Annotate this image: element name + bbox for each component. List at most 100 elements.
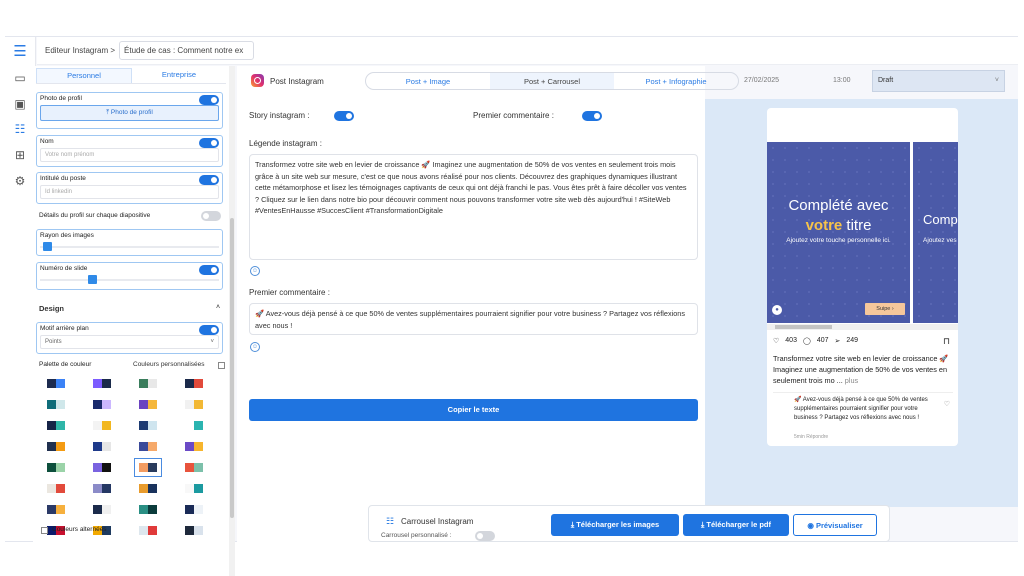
palette-swatch[interactable]	[185, 442, 203, 451]
radius-card: Rayon des images	[36, 229, 223, 256]
radius-slider[interactable]	[40, 241, 219, 253]
job-card: Intitulé du poste Id linkedin	[36, 172, 223, 204]
post-time[interactable]: 13:00	[833, 77, 851, 84]
tab-personnel[interactable]: Personnel	[36, 68, 132, 83]
caption-textarea[interactable]: Transformez votre site web en levier de …	[249, 154, 698, 260]
palette-swatch[interactable]	[47, 400, 65, 409]
tab-post-image[interactable]: Post + Image	[366, 73, 490, 89]
swipe-button[interactable]: Suipe ›	[865, 303, 905, 315]
custom-colors-checkbox[interactable]	[218, 362, 225, 369]
palette-swatch[interactable]	[93, 379, 111, 388]
heart-icon[interactable]: ♡	[773, 337, 779, 345]
left-scrollbar[interactable]	[229, 66, 235, 576]
palette-swatch[interactable]	[185, 526, 203, 535]
palette-swatch[interactable]	[139, 505, 157, 514]
slide-number-slider-knob[interactable]	[88, 275, 98, 284]
carousel-scrollbar-thumb[interactable]	[775, 325, 832, 329]
palette-swatch[interactable]	[185, 463, 203, 472]
custom-carousel-toggle[interactable]	[475, 531, 495, 541]
job-toggle[interactable]	[199, 175, 219, 185]
breadcrumb: Editeur Instagram > Étude de cas : Comme…	[37, 37, 1018, 65]
palette-swatch[interactable]	[185, 400, 203, 409]
tab-post-carrousel[interactable]: Post + Carrousel	[490, 73, 614, 89]
palette-swatch[interactable]	[93, 400, 111, 409]
story-toggle[interactable]	[334, 111, 354, 121]
emoji-icon-comment[interactable]: ☺	[250, 342, 260, 352]
likes-count: 403	[785, 337, 797, 344]
download-images-button[interactable]: ⤓ Télécharger les images	[551, 514, 679, 536]
palette-swatch[interactable]	[47, 379, 65, 388]
palette-swatch[interactable]	[93, 463, 111, 472]
palette-swatch[interactable]	[47, 421, 65, 430]
palette-swatch[interactable]	[139, 442, 157, 451]
tab-post-infographie[interactable]: Post + Infographie	[614, 73, 738, 89]
menu-icon[interactable]: ☰	[12, 43, 28, 60]
job-input[interactable]: Id linkedin	[40, 185, 219, 199]
palette-swatch[interactable]	[185, 484, 203, 493]
gear-icon[interactable]: ⚙	[12, 173, 28, 189]
photo-toggle[interactable]	[199, 95, 219, 105]
palette-swatch[interactable]	[139, 484, 157, 493]
bookmark-icon[interactable]: ⊓	[943, 336, 950, 347]
name-toggle[interactable]	[199, 138, 219, 148]
palette-swatch[interactable]	[185, 421, 203, 430]
comment-textarea[interactable]: 🚀 Avez-vous déjà pensé à ce que 50% de v…	[249, 303, 698, 335]
palette-swatch[interactable]	[185, 379, 203, 388]
motif-card: Motif arrière plan Points ˅	[36, 322, 223, 354]
preview-button[interactable]: ◉ Prévisualiser	[793, 514, 877, 536]
briefcase-icon[interactable]: ▣	[12, 96, 28, 112]
slide-number-slider[interactable]	[40, 274, 219, 286]
palette-swatch[interactable]	[93, 442, 111, 451]
carousel-slide-1: Complété avec votre titre Ajoutez votre …	[767, 142, 910, 323]
caption-label: Légende instagram :	[249, 139, 322, 148]
breadcrumb-root[interactable]: Editeur Instagram >	[45, 46, 115, 55]
left-scrollbar-thumb[interactable]	[230, 218, 234, 518]
tab-entreprise[interactable]: Entreprise	[132, 68, 226, 83]
palette-swatch[interactable]	[139, 379, 157, 388]
sliders-icon[interactable]: ☷	[12, 121, 28, 137]
copy-text-button[interactable]: Copier le texte	[249, 399, 698, 421]
add-icon[interactable]: ⊞	[12, 147, 28, 163]
palette-swatch[interactable]	[93, 484, 111, 493]
heart-icon-comment[interactable]: ♡	[944, 400, 950, 408]
palette-swatch[interactable]	[139, 400, 157, 409]
palette-swatch[interactable]	[139, 421, 157, 430]
radius-slider-knob[interactable]	[43, 242, 53, 251]
motif-toggle[interactable]	[199, 325, 219, 335]
palette-swatch[interactable]	[93, 421, 111, 430]
emoji-icon[interactable]: ☺	[250, 266, 260, 276]
alt-colors-checkbox[interactable]	[41, 527, 48, 534]
post-date[interactable]: 27/02/2025	[744, 77, 779, 84]
palette-swatch[interactable]	[134, 458, 162, 477]
motif-select-value: Points	[45, 339, 62, 345]
status-select[interactable]: Draft ˅	[872, 70, 1005, 92]
share-icon[interactable]: ➢	[835, 337, 841, 345]
name-input[interactable]: Votre nom prénom	[40, 148, 219, 162]
photo-card: Photo de profil ⤒ Photo de profil	[36, 92, 223, 129]
palette-swatch[interactable]	[93, 505, 111, 514]
design-heading[interactable]: Design	[39, 304, 64, 313]
folder-icon[interactable]: ▭	[12, 70, 28, 86]
palette-swatch[interactable]	[47, 463, 65, 472]
palette-swatch[interactable]	[47, 484, 65, 493]
details-label: Détails du profil sur chaque diapositive	[39, 212, 151, 219]
breadcrumb-current[interactable]: Étude de cas : Comment notre ex	[119, 41, 255, 60]
chevron-up-icon[interactable]: ˄	[216, 304, 220, 311]
photo-upload-button[interactable]: ⤒ Photo de profil	[40, 105, 219, 121]
more-link[interactable]: plus	[845, 376, 858, 385]
job-label: Intitulé du poste	[40, 175, 86, 182]
palette-swatch[interactable]	[185, 505, 203, 514]
carousel-scrollbar[interactable]	[767, 324, 958, 330]
first-comment-toggle[interactable]	[582, 111, 602, 121]
palette-swatch[interactable]	[47, 442, 65, 451]
palette-swatch[interactable]	[139, 526, 157, 535]
download-pdf-label: Télécharger le pdf	[706, 520, 771, 529]
instagram-post-preview: Complété avec votre titre Ajoutez votre …	[767, 108, 958, 446]
motif-select[interactable]: Points ˅	[40, 335, 219, 349]
details-toggle[interactable]	[201, 211, 221, 221]
comment-meta: 5min Répondre	[794, 434, 829, 440]
palette-swatch[interactable]	[47, 505, 65, 514]
comments-count: 407	[816, 337, 829, 344]
download-pdf-button[interactable]: ⤓ Télécharger le pdf	[683, 514, 789, 536]
comment-icon[interactable]: ◯	[803, 337, 811, 345]
